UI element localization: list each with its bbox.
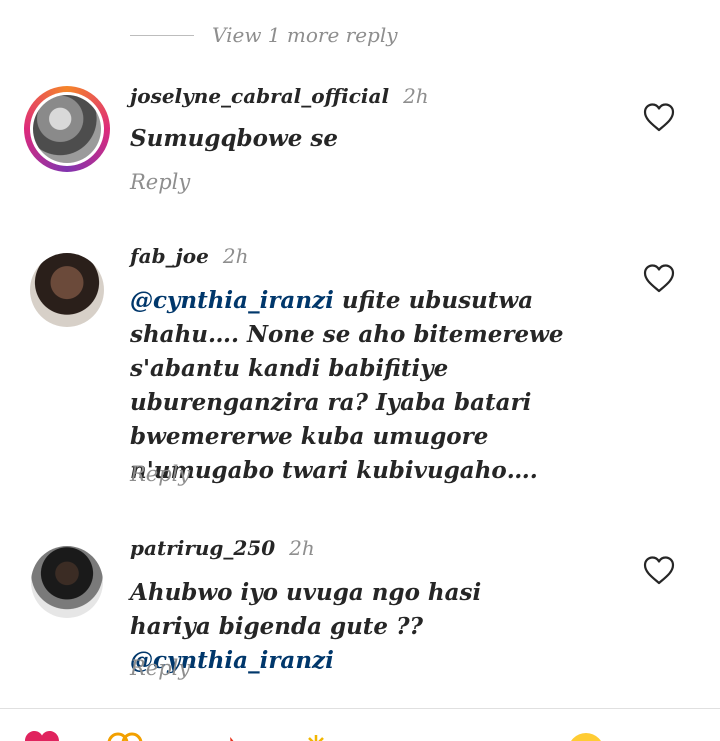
reply-button[interactable]: Reply xyxy=(130,656,190,680)
comment-meta: patrirug_250 2h xyxy=(130,536,315,560)
comment-meta: fab_joe 2h xyxy=(130,244,248,268)
timestamp: 2h xyxy=(222,244,249,268)
heart-outline-icon[interactable] xyxy=(642,555,676,585)
view-more-replies-button[interactable]: View 1 more reply xyxy=(130,20,398,50)
timestamp: 2h xyxy=(403,84,429,108)
comment-body: Sumugqbowe se xyxy=(130,125,338,152)
avatar xyxy=(31,546,103,618)
reply-button[interactable]: Reply xyxy=(130,462,190,486)
smile-emoji-icon[interactable] xyxy=(566,727,606,741)
comment-text: Sumugqbowe se xyxy=(130,122,630,156)
comment-text: @cynthia_iranzi ufite ubusutwa shahu…. N… xyxy=(130,284,630,488)
sparkle-emoji-icon[interactable] xyxy=(296,727,336,741)
heart-emoji-icon[interactable] xyxy=(22,727,62,741)
comment-text: Ahubwo iyo uvuga ngo hasi hariya bigenda… xyxy=(130,576,560,678)
username[interactable]: fab_joe xyxy=(130,244,209,268)
avatar-container[interactable] xyxy=(24,247,110,333)
quick-reactions-bar xyxy=(0,708,720,741)
timestamp: 2h xyxy=(289,536,315,560)
fire-emoji-icon[interactable] xyxy=(206,727,246,741)
avatar-story-ring[interactable] xyxy=(24,86,110,172)
comment-body: ufite ubusutwa shahu…. None se aho bitem… xyxy=(130,287,564,484)
mention-link[interactable]: @cynthia_iranzi xyxy=(130,287,334,314)
divider-line xyxy=(130,34,194,36)
comment-meta: joselyne_cabral_official 2h xyxy=(130,84,429,108)
avatar xyxy=(30,253,104,327)
heart-outline-icon[interactable] xyxy=(642,263,676,293)
avatar-container[interactable] xyxy=(24,539,110,625)
username[interactable]: joselyne_cabral_official xyxy=(130,84,389,108)
username[interactable]: patrirug_250 xyxy=(130,536,275,560)
clapping-emoji-icon[interactable] xyxy=(104,727,144,741)
view-more-replies-label: View 1 more reply xyxy=(212,23,398,47)
heart-outline-icon[interactable] xyxy=(642,102,676,132)
avatar xyxy=(33,95,101,163)
comment-body: Ahubwo iyo uvuga ngo hasi hariya bigenda… xyxy=(130,579,482,640)
reply-button[interactable]: Reply xyxy=(130,170,190,194)
